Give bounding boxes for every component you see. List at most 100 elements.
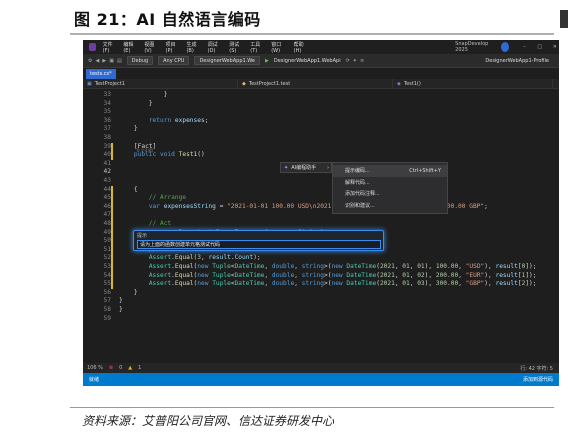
line-number: 37 [103,125,111,133]
profile-select[interactable]: DesignerWebApp1-Profile [485,58,549,64]
ide-screenshot: 文件(F) 编辑(E) 视图(V) 项目(P) 生成(B) 调试(D) 测试(S… [83,40,559,386]
back-icon[interactable]: ◀ [95,58,99,64]
ai-assistant-menu-item[interactable]: ✦ AI编程助手 › [280,162,332,173]
line-number: 38 [103,134,111,141]
hot-reload-icon[interactable]: ✦ [353,58,357,64]
menu-item-prompt-coding[interactable]: 提示编码... Ctrl+Shift+Y [333,165,447,177]
line-number: 55 [103,280,111,288]
nav-project-label: TestProject1 [94,80,125,87]
save-icon[interactable]: ▣ [109,58,114,64]
chevron-right-icon: › [327,164,329,171]
menu-view[interactable]: 视图(V) [144,41,158,54]
nav-member-select[interactable]: ◈ Test1() [393,79,553,88]
code-line[interactable]: Assert.Equal(new Tuple<DateTime, double,… [119,263,537,272]
project-select[interactable]: DesignerWebApp1.We [194,56,260,65]
maximize-icon[interactable]: □ [536,44,544,50]
line-number: 34 [103,99,111,107]
menu-build[interactable]: 生成(B) [186,41,200,54]
code-line[interactable]: Assert.Equal(3, result.Count); [119,254,261,263]
menu-window[interactable]: 窗口(W) [271,41,286,54]
code-line[interactable]: Assert.Equal(new Tuple<DateTime, double,… [119,280,537,289]
menu-item-explain-code[interactable]: 解释代码... [333,177,447,189]
nav-project-select[interactable]: ▣ TestProject1 [83,79,238,88]
warning-icon: ▲ [128,365,133,371]
change-indicator [111,185,113,289]
menu-item-label: 解释代码... [345,179,370,186]
code-line[interactable]: // Arrange [119,194,186,203]
line-number: 33 [103,91,111,98]
line-number: 49 [103,228,111,236]
menu-project[interactable]: 项目(P) [166,41,180,54]
line-number: 35 [103,108,111,116]
code-line[interactable]: } [119,91,168,100]
line-number: 48 [103,220,111,227]
code-line[interactable]: Assert.Equal(new Tuple<DateTime, double,… [119,272,537,281]
app-logo-icon [89,43,96,51]
line-number: 50 [103,237,111,245]
warning-count[interactable]: 1 [138,365,141,371]
line-number: 53 [103,263,111,270]
menu-item-add-comments[interactable]: 添加代码注释... [333,188,447,200]
run-target-label[interactable]: DesignerWebApp1.WebApi [274,58,341,64]
page-edge-mark [560,10,568,28]
line-number: 42 [103,168,111,176]
add-to-source-control[interactable]: 添加到源代码 [523,376,553,383]
run-icon[interactable]: ▶ [265,58,269,64]
toolbar-icons-2: ⟳ ✦ ≡ [346,58,365,64]
line-number: 47 [103,211,111,219]
code-line[interactable]: { [119,186,138,195]
ai-prompt-box: 提示 请为上面的函数创建单元格测试代码 [133,230,384,251]
toolbar-icons: ⚙ ◀ ▶ ▣ ▤ [88,58,122,64]
config-select[interactable]: Debug [126,56,154,65]
code-line[interactable]: } [119,306,123,315]
menu-debug[interactable]: 调试(D) [208,41,223,54]
project-icon: ▣ [87,80,92,87]
code-line[interactable]: // Act [119,220,171,229]
editor-status-line: 106 % ⊗ 0 ▲ 1 行: 42 字符: 5 [83,363,559,373]
menu-item-identify-suggest[interactable]: 识别和建议... [333,200,447,212]
close-icon[interactable]: ✕ [551,44,559,50]
nav-class-select[interactable]: ◆ TestProject1.test [238,79,393,88]
code-line[interactable]: } [119,289,138,298]
line-number: 52 [103,254,111,262]
line-number: 51 [103,245,111,253]
platform-select[interactable]: Any CPU [158,56,190,65]
zoom-level[interactable]: 106 % [87,365,103,371]
navigation-bar: ▣ TestProject1 ◆ TestProject1.test ◈ Tes… [83,79,559,89]
menu-file[interactable]: 文件(F) [103,41,117,54]
code-line[interactable]: } [119,297,123,306]
nav-class-label: TestProject1.test [248,80,291,87]
minimize-icon[interactable]: – [520,44,528,50]
menu-help[interactable]: 帮助(H) [294,41,309,54]
refresh-icon[interactable]: ⟳ [346,58,350,64]
gear-icon[interactable]: ⚙ [88,58,92,64]
code-line[interactable]: return expenses; [119,117,209,126]
code-line[interactable]: } [119,100,153,109]
save-all-icon[interactable]: ▤ [117,58,122,64]
format-icon[interactable]: ≡ [360,58,364,64]
figure-title: 图 21：AI 自然语言编码 [74,10,261,29]
forward-icon[interactable]: ▶ [102,58,106,64]
code-editor[interactable]: 33 34 35 36 37 38 39 40 41 42 43 44 45 46 47 48 49 50 51 52… [83,89,559,363]
status-bar: 就绪 添加到源代码 [83,373,559,386]
prompt-input[interactable]: 请为上面的函数创建单元格测试代码 [137,240,381,249]
ai-sparkle-icon: ✦ [284,164,289,171]
line-number: 43 [103,177,111,184]
line-number-gutter: 33 34 35 36 37 38 39 40 41 42 43 44 45 46 47 48 49 50 51 52… [83,89,115,363]
error-icon: ⊗ [108,365,114,371]
menu-edit[interactable]: 编辑(E) [123,41,137,54]
references-hint[interactable]: 0 个引用 [137,148,153,154]
error-count[interactable]: 0 [119,365,122,371]
change-indicator [111,142,113,160]
line-number: 59 [103,314,111,322]
menu-test[interactable]: 测试(S) [229,41,243,54]
line-number: 36 [103,116,111,124]
title-rule [70,33,554,35]
line-number: 40 [103,151,111,159]
code-line[interactable]: public void Test1() [119,151,205,160]
code-area[interactable]: } } return expenses; } [Fact] public voi… [119,89,559,363]
avatar[interactable] [501,42,510,52]
menu-tools[interactable]: 工具(T) [250,41,264,54]
code-line[interactable]: } [119,125,138,134]
tab-tests-cs[interactable]: tests.cs* [86,69,116,79]
